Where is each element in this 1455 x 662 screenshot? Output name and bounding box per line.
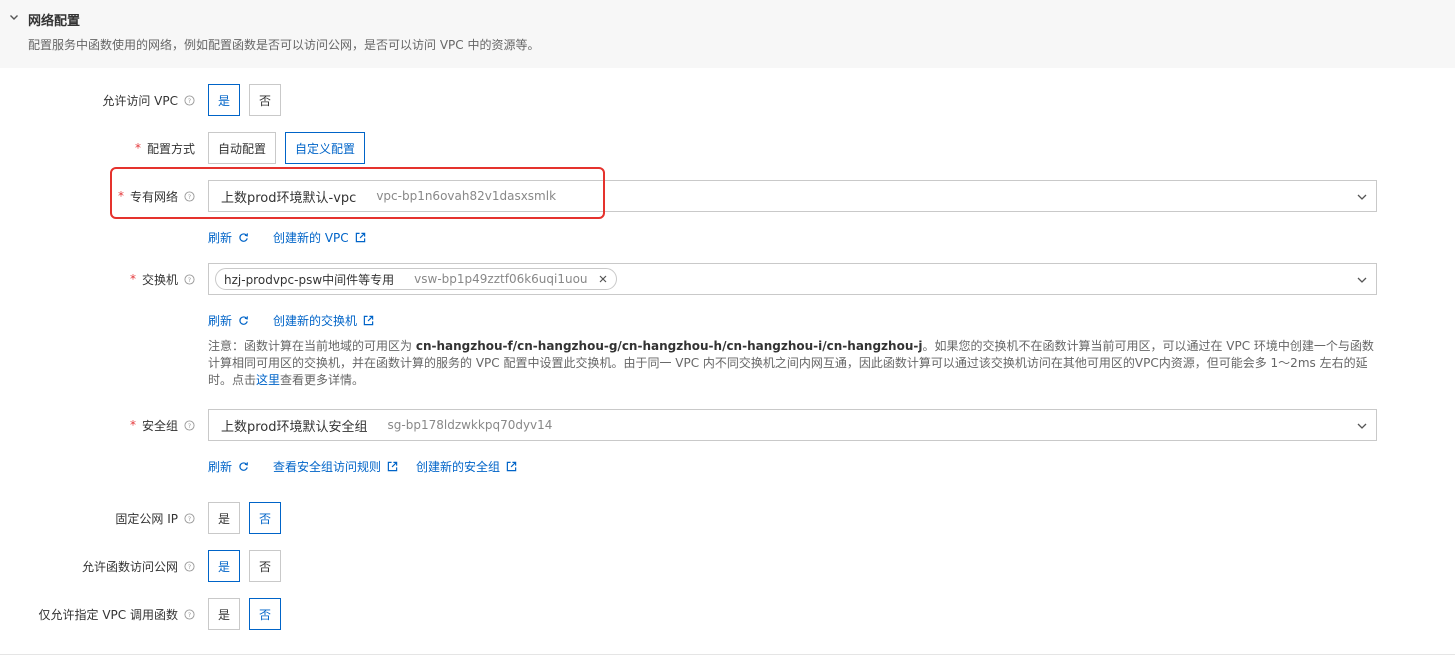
vswitch-tag: hzj-prodvpc-psw中间件等专用 vsw-bp1p49zztf06k6… — [215, 268, 617, 290]
svg-text:?: ? — [188, 192, 191, 200]
refresh-icon — [239, 232, 248, 242]
details-link[interactable]: 这里 — [256, 373, 280, 387]
vswitch-actions: 刷新 创建新的交换机 — [208, 312, 398, 328]
svg-text:?: ? — [188, 275, 191, 283]
chevron-down-icon[interactable] — [8, 11, 20, 23]
external-link-icon — [506, 461, 517, 471]
help-circle-icon[interactable]: ? — [184, 512, 195, 524]
svg-text:?: ? — [188, 562, 191, 570]
allow-vpc-label: 允许访问 VPC ? — [102, 90, 195, 110]
fixed-ip-yes-button[interactable]: 是 — [208, 502, 241, 534]
vpc-select[interactable]: 上数prod环境默认-vpc vpc-bp1n6ovah82v1dasxsmlk — [208, 180, 1377, 212]
svg-text:?: ? — [188, 96, 191, 104]
only-vpc-invoke-toggle: 是 否 — [208, 598, 290, 630]
vswitch-select[interactable]: hzj-prodvpc-psw中间件等专用 vsw-bp1p49zztf06k6… — [208, 263, 1377, 295]
required-mark: * — [117, 189, 124, 203]
vpc-label-wrap: * 专有网络 ? — [0, 186, 195, 206]
vswitch-name: hzj-prodvpc-psw中间件等专用 — [224, 272, 395, 287]
allow-internet-label: 允许函数访问公网 ? — [82, 556, 195, 576]
chevron-down-icon[interactable] — [1356, 274, 1368, 286]
section-title: 网络配置 — [28, 14, 81, 29]
refresh-icon — [239, 461, 248, 471]
svg-text:?: ? — [188, 514, 191, 522]
chevron-down-icon[interactable] — [1356, 191, 1368, 203]
fixed-ip-no-button[interactable]: 否 — [249, 502, 282, 534]
external-link-icon — [355, 232, 365, 242]
required-mark: * — [129, 272, 136, 286]
zone-list: cn-hangzhou-f/cn-hangzhou-g/cn-hangzhou-… — [415, 339, 923, 353]
create-vpc-link[interactable]: 创建新的 VPC — [273, 229, 366, 246]
config-mode-toggle: 自动配置 自定义配置 — [208, 132, 374, 164]
allow-vpc-yes-button[interactable]: 是 — [208, 84, 241, 116]
required-mark: * — [134, 141, 141, 155]
allow-internet-no-button[interactable]: 否 — [249, 550, 282, 582]
auto-config-button[interactable]: 自动配置 — [208, 132, 277, 164]
help-circle-icon[interactable]: ? — [184, 608, 195, 620]
vswitch-label: * 交换机 ? — [130, 269, 195, 289]
allow-vpc-no-button[interactable]: 否 — [249, 84, 282, 116]
fixed-ip-label: 固定公网 IP ? — [115, 508, 195, 528]
vswitch-refresh-link[interactable]: 刷新 — [208, 312, 249, 329]
create-vswitch-link[interactable]: 创建新的交换机 — [273, 312, 374, 329]
view-security-rules-link[interactable]: 查看安全组访问规则 — [273, 458, 398, 475]
vpc-id: vpc-bp1n6ovah82v1dasxsmlk — [376, 189, 557, 203]
security-group-actions: 刷新 查看安全组访问规则 创建新的安全组 — [208, 458, 541, 474]
help-circle-icon[interactable]: ? — [184, 273, 195, 285]
vswitch-label-wrap: * 交换机 ? — [0, 269, 195, 289]
external-link-icon — [387, 461, 398, 471]
custom-config-button[interactable]: 自定义配置 — [285, 132, 366, 164]
divider — [0, 654, 1455, 655]
close-icon[interactable] — [598, 274, 608, 284]
create-security-group-link[interactable]: 创建新的安全组 — [416, 458, 517, 475]
only-vpc-invoke-yes-button[interactable]: 是 — [208, 598, 241, 630]
fixed-ip-label-wrap: 固定公网 IP ? — [0, 508, 195, 528]
only-vpc-invoke-no-button[interactable]: 否 — [249, 598, 282, 630]
allow-vpc-label-wrap: 允许访问 VPC ? — [0, 90, 195, 110]
network-config-header[interactable]: 网络配置 配置服务中函数使用的网络，例如配置函数是否可以访问公网，是否可以访问 … — [0, 0, 1455, 68]
refresh-icon — [239, 315, 248, 325]
vpc-actions: 刷新 创建新的 VPC — [208, 229, 390, 245]
section-description: 配置服务中函数使用的网络，例如配置函数是否可以访问公网，是否可以访问 VPC 中… — [28, 38, 540, 52]
config-mode-label: * 配置方式 — [134, 141, 195, 156]
fixed-ip-toggle: 是 否 — [208, 502, 290, 534]
security-group-select[interactable]: 上数prod环境默认安全组 sg-bp178ldzwkkpq70dyv14 — [208, 409, 1377, 441]
help-circle-icon[interactable]: ? — [184, 560, 195, 572]
vswitch-note: 注意：函数计算在当前地域的可用区为 cn-hangzhou-f/cn-hangz… — [208, 339, 1374, 387]
help-circle-icon[interactable]: ? — [184, 190, 195, 202]
chevron-down-icon[interactable] — [1356, 420, 1368, 432]
security-group-refresh-link[interactable]: 刷新 — [208, 458, 249, 475]
allow-internet-toggle: 是 否 — [208, 550, 290, 582]
only-vpc-invoke-label: 仅允许指定 VPC 调用函数 ? — [39, 604, 195, 624]
allow-internet-label-wrap: 允许函数访问公网 ? — [0, 556, 195, 576]
allow-vpc-toggle: 是 否 — [208, 84, 290, 116]
security-group-label-wrap: * 安全组 ? — [0, 415, 195, 435]
required-mark: * — [129, 418, 136, 432]
svg-text:?: ? — [188, 421, 191, 429]
config-mode-label-wrap: * 配置方式 — [0, 138, 195, 158]
vpc-name: 上数prod环境默认-vpc — [221, 190, 357, 206]
vpc-label: * 专有网络 ? — [118, 186, 195, 206]
security-group-id: sg-bp178ldzwkkpq70dyv14 — [387, 418, 553, 432]
external-link-icon — [363, 315, 374, 325]
allow-internet-yes-button[interactable]: 是 — [208, 550, 241, 582]
vpc-refresh-link[interactable]: 刷新 — [208, 229, 249, 246]
svg-text:?: ? — [188, 610, 191, 618]
only-vpc-invoke-label-wrap: 仅允许指定 VPC 调用函数 ? — [0, 604, 195, 624]
help-circle-icon[interactable]: ? — [184, 419, 195, 431]
security-group-label: * 安全组 ? — [130, 415, 195, 435]
help-circle-icon[interactable]: ? — [184, 94, 195, 106]
security-group-name: 上数prod环境默认安全组 — [221, 419, 368, 435]
vswitch-id: vsw-bp1p49zztf06k6uqi1uou — [414, 272, 588, 286]
